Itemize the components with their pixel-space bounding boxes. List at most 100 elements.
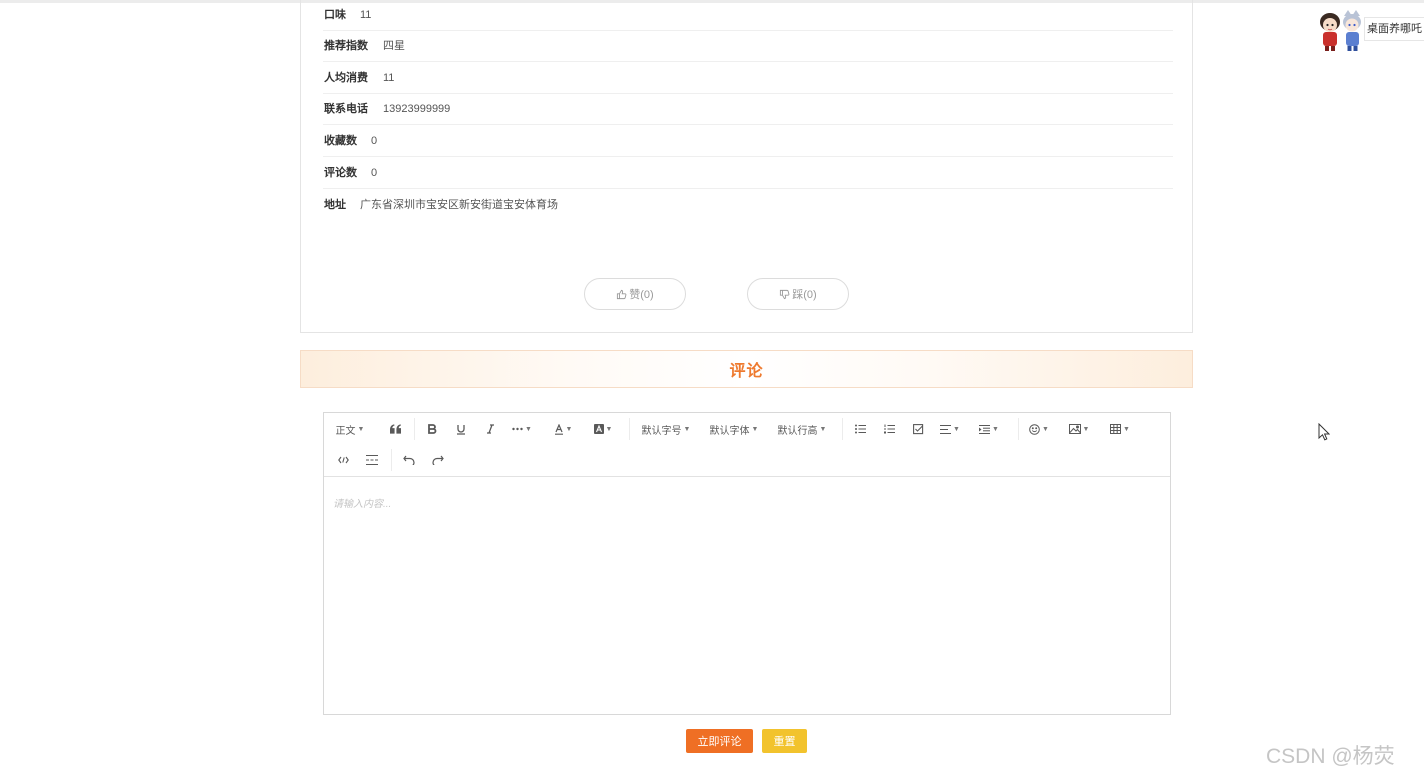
toolbar-divider	[842, 418, 843, 440]
thumbs-down-icon	[780, 289, 790, 299]
toolbar-divider	[1018, 418, 1019, 440]
dislike-button[interactable]: 踩(0)	[747, 278, 849, 310]
detail-row-avg-cost: 人均消费 11	[323, 63, 1173, 94]
detail-label: 口味	[324, 9, 346, 21]
image-icon	[1068, 424, 1081, 434]
detail-label: 联系电话	[324, 103, 368, 115]
align-left-icon	[940, 424, 952, 434]
toolbar-divider	[414, 418, 415, 440]
chevron-down-icon: ▼	[953, 425, 960, 433]
chevron-down-icon: ▼	[683, 425, 691, 433]
submit-comment-button[interactable]: 立即评论	[686, 729, 753, 753]
blockquote-button[interactable]	[384, 417, 406, 441]
detail-label: 地址	[324, 199, 346, 211]
comment-title: 评论	[729, 363, 764, 380]
background-color-dropdown[interactable]: ▼	[591, 417, 615, 441]
font-size-label: 默认字号	[641, 425, 682, 437]
like-button[interactable]: 赞(0)	[584, 278, 686, 310]
italic-icon	[486, 424, 494, 434]
detail-row-comments: 评论数 0	[323, 158, 1173, 189]
redo-button[interactable]	[427, 448, 449, 472]
redo-icon	[432, 455, 444, 465]
mouse-cursor-icon	[1318, 423, 1330, 441]
emoji-icon	[1029, 423, 1040, 435]
reset-button[interactable]: 重置	[762, 729, 807, 753]
italic-button[interactable]	[479, 417, 501, 441]
indent-dropdown[interactable]: ▼	[976, 417, 1002, 441]
font-family-dropdown[interactable]: 默认字体 ▼	[708, 417, 760, 441]
font-color-icon	[554, 423, 563, 435]
chevron-down-icon: ▼	[605, 425, 613, 433]
chevron-down-icon: ▼	[525, 425, 532, 433]
table-dropdown[interactable]: ▼	[1107, 417, 1133, 441]
numbered-list-button[interactable]	[878, 417, 900, 441]
todo-list-button[interactable]	[907, 417, 929, 441]
horizontal-rule-icon	[366, 455, 378, 465]
detail-label: 推荐指数	[324, 40, 368, 52]
detail-label: 评论数	[324, 167, 357, 179]
line-height-label: 默认行高	[777, 425, 818, 437]
like-label: 赞(0)	[629, 289, 654, 301]
code-icon	[337, 456, 349, 464]
detail-value: 四星	[383, 40, 405, 52]
thumbs-up-icon	[617, 289, 627, 299]
detail-row-rating: 推荐指数 四星	[323, 31, 1173, 62]
font-family-label: 默认字体	[709, 425, 750, 437]
toolbar-divider	[391, 449, 392, 471]
underline-icon	[457, 424, 465, 435]
more-style-dropdown[interactable]: ▼	[510, 417, 534, 441]
mascot-label[interactable]: 桌面养哪吒	[1364, 17, 1424, 41]
detail-row-phone: 联系电话 13923999999	[323, 94, 1173, 125]
paragraph-style-dropdown[interactable]: 正文 ▼	[332, 417, 368, 441]
detail-row-address: 地址 广东省深圳市宝安区新安街道宝安体育场	[323, 190, 1173, 221]
text-align-dropdown[interactable]: ▼	[937, 417, 963, 441]
chevron-down-icon: ▼	[819, 425, 827, 433]
image-dropdown[interactable]: ▼	[1066, 417, 1092, 441]
detail-row-taste: 口味 11	[323, 0, 1173, 31]
editor-toolbar: 正文 ▼ ▼ ▼ ▼ 默认字号 ▼ 默认字体 ▼ 默认行高 ▼ ▼ ▼ ▼ ▼ …	[324, 413, 1170, 477]
detail-label: 收藏数	[324, 135, 357, 147]
detail-value: 0	[371, 167, 378, 179]
table-icon	[1110, 424, 1122, 434]
watermark: CSDN @杨荧	[1266, 745, 1395, 768]
chevron-down-icon: ▼	[1082, 425, 1090, 433]
comment-section-header: 评论	[300, 350, 1193, 388]
indent-icon	[979, 424, 991, 434]
paragraph-style-label: 正文	[335, 425, 356, 437]
checkbox-icon	[912, 423, 923, 434]
quote-icon	[389, 424, 401, 434]
chevron-down-icon: ▼	[1042, 425, 1049, 433]
undo-button[interactable]	[398, 448, 420, 472]
underline-button[interactable]	[450, 417, 472, 441]
bold-button[interactable]	[421, 417, 443, 441]
chevron-down-icon: ▼	[1123, 425, 1130, 433]
bold-icon	[427, 424, 436, 434]
undo-icon	[403, 455, 415, 465]
detail-label: 人均消费	[324, 72, 368, 84]
toolbar-divider	[629, 418, 630, 440]
chevron-down-icon: ▼	[751, 425, 759, 433]
font-color-dropdown[interactable]: ▼	[551, 417, 575, 441]
dislike-label: 踩(0)	[792, 289, 817, 301]
background-color-icon	[593, 424, 604, 434]
code-block-button[interactable]	[332, 448, 354, 472]
chevron-down-icon: ▼	[565, 425, 573, 433]
bulleted-list-button[interactable]	[849, 417, 871, 441]
detail-value: 广东省深圳市宝安区新安街道宝安体育场	[360, 199, 558, 211]
comment-editor: 正文 ▼ ▼ ▼ ▼ 默认字号 ▼ 默认字体 ▼ 默认行高 ▼ ▼ ▼ ▼ ▼ …	[323, 412, 1171, 715]
detail-value: 11	[360, 9, 372, 21]
bulleted-list-icon	[854, 424, 866, 434]
line-height-dropdown[interactable]: 默认行高 ▼	[776, 417, 828, 441]
more-icon	[512, 427, 523, 431]
chevron-down-icon: ▼	[992, 425, 999, 433]
divider-button[interactable]	[361, 448, 383, 472]
editor-placeholder: 请输入内容...	[333, 499, 392, 510]
font-size-dropdown[interactable]: 默认字号 ▼	[640, 417, 692, 441]
editor-text-area[interactable]: 请输入内容...	[324, 477, 1170, 714]
detail-row-favorites: 收藏数 0	[323, 126, 1173, 157]
detail-value: 0	[371, 135, 378, 147]
detail-value: 11	[383, 72, 395, 84]
emoji-dropdown[interactable]: ▼	[1026, 417, 1052, 441]
restaurant-detail-card: 口味 11 推荐指数 四星 人均消费 11 联系电话 13923999999 收…	[300, 0, 1193, 333]
numbered-list-icon	[883, 424, 895, 434]
